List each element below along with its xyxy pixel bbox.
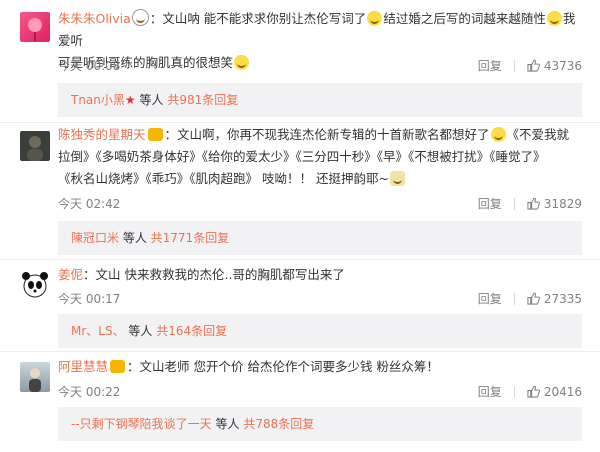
- reply-button[interactable]: 回复: [478, 383, 502, 400]
- divider: [0, 259, 600, 260]
- like-button[interactable]: 31829: [527, 197, 582, 211]
- comment-meta: 今天 02:42 回复 31829: [58, 195, 582, 213]
- reply-user-link[interactable]: Mr、LS、: [71, 324, 125, 338]
- avatar[interactable]: [20, 131, 50, 161]
- comment-text: 陈独秀的星期天 ：文山啊，你再不现我连杰伦新专辑的十首新歌名都想好了 《不爱我就拉倒…: [58, 124, 582, 190]
- star-badge-icon: ★: [124, 93, 136, 107]
- laugh-cry-emoji-icon: [367, 11, 383, 26]
- thumbs-up-icon: [527, 59, 540, 72]
- divider: [0, 122, 600, 123]
- comment-meta: 今天 00:22 回复 20416: [58, 383, 582, 401]
- reply-summary: Tnan小黑★ 等人 共981条回复: [58, 83, 582, 117]
- laugh-cry-emoji-icon: [546, 11, 562, 26]
- divider: [513, 292, 515, 305]
- reply-label: 等人: [211, 417, 244, 431]
- comment-content: ：文山 快来救救我的杰伦..哥的胸肌都写出来了: [83, 267, 345, 282]
- reply-summary: --只剩下钢琴陪我谈了一天 等人 共788条回复: [58, 407, 582, 441]
- reply-user-link[interactable]: --只剩下钢琴陪我谈了一天: [71, 417, 212, 431]
- comment-content: ：文山老师 您开个价 给杰伦作个词要多少钱 粉丝众筹！: [127, 359, 439, 374]
- comment-content: 《秋名山烧烤》《乖巧》《肌肉超跑》 吱呦！！ 还挺押韵耶~: [58, 171, 389, 186]
- comment-content: 《不爱我就: [506, 127, 570, 142]
- panda-emoji-icon: [131, 9, 149, 26]
- comment-text: 阿里慧慧 ：文山老师 您开个价 给杰伦作个词要多少钱 粉丝众筹！: [58, 356, 582, 378]
- avatar-panda-icon: [22, 272, 48, 298]
- comment-text: 姜伲：文山 快来救救我的杰伦..哥的胸肌都写出来了: [58, 264, 582, 286]
- dog-emoji-icon: [389, 171, 405, 186]
- avatar-person-icon: [27, 136, 43, 161]
- reply-button[interactable]: 回复: [478, 290, 502, 307]
- reply-summary: 陳冠口米 等人 共1771条回复: [58, 221, 582, 255]
- reply-user-link[interactable]: 陳冠口米: [71, 231, 119, 245]
- reply-user-link[interactable]: Tnan小黑: [71, 93, 125, 107]
- reply-button[interactable]: 回复: [478, 195, 502, 212]
- reply-count-link[interactable]: 共164条回复: [156, 324, 227, 338]
- avatar[interactable]: [20, 12, 50, 42]
- reply-count-link[interactable]: 共981条回复: [167, 93, 238, 107]
- thumbs-up-icon: [527, 385, 540, 398]
- reply-label: 等人: [119, 231, 151, 245]
- comment-content: ：文山啊，你再不现我连杰伦新专辑的十首新歌名都想好了: [164, 127, 490, 142]
- thumbs-up-icon: [527, 292, 540, 305]
- divider: [513, 197, 515, 210]
- comment-content: ：文山呐 能不能求求你别让杰伦写词了: [149, 11, 367, 26]
- timestamp: 今天 00:17: [58, 292, 121, 306]
- reply-count-link[interactable]: 共788条回复: [243, 417, 314, 431]
- username[interactable]: 姜伲: [58, 267, 83, 282]
- timestamp: 今天 02:42: [58, 197, 121, 211]
- divider: [0, 351, 600, 352]
- comment-content: 拉倒》《多喝奶茶身体好》《给你的爱太少》《三分四十秒》《早》《不想被打扰》《睡觉…: [58, 149, 546, 164]
- username[interactable]: 陈独秀的星期天: [58, 127, 146, 142]
- divider: [513, 385, 515, 398]
- reply-button[interactable]: 回复: [478, 57, 502, 74]
- like-count: 27335: [543, 291, 582, 306]
- comment-meta: 今天 00:17 回复 27335: [58, 290, 582, 308]
- reply-label: 等人: [124, 324, 157, 338]
- timestamp: 今天 00:08: [58, 59, 121, 73]
- like-button[interactable]: 43736: [527, 59, 582, 73]
- like-count: 43736: [543, 58, 582, 73]
- reply-summary: Mr、LS、 等人 共164条回复: [58, 314, 582, 348]
- avatar-rose-icon: [28, 18, 42, 41]
- vip-badge-icon: [110, 360, 126, 373]
- vip-badge-icon: [147, 128, 163, 141]
- timestamp: 今天 00:22: [58, 385, 121, 399]
- avatar[interactable]: [20, 270, 50, 300]
- thumbs-up-icon: [527, 197, 540, 210]
- username[interactable]: 朱朱朱Olivia: [58, 11, 131, 26]
- comment-meta: 今天 00:08 回复 43736: [58, 57, 582, 75]
- divider: [513, 59, 515, 72]
- avatar-person-icon: [29, 368, 41, 392]
- comment-content: 结过婚之后写的词越来越随性: [383, 11, 546, 26]
- avatar[interactable]: [20, 362, 50, 392]
- reply-count-link[interactable]: 共1771条回复: [151, 231, 230, 245]
- laugh-cry-emoji-icon: [490, 127, 506, 142]
- like-button[interactable]: 20416: [527, 385, 582, 399]
- like-count: 20416: [543, 384, 582, 399]
- username[interactable]: 阿里慧慧: [58, 359, 108, 374]
- reply-label: 等人: [135, 93, 168, 107]
- like-button[interactable]: 27335: [527, 292, 582, 306]
- like-count: 31829: [543, 196, 582, 211]
